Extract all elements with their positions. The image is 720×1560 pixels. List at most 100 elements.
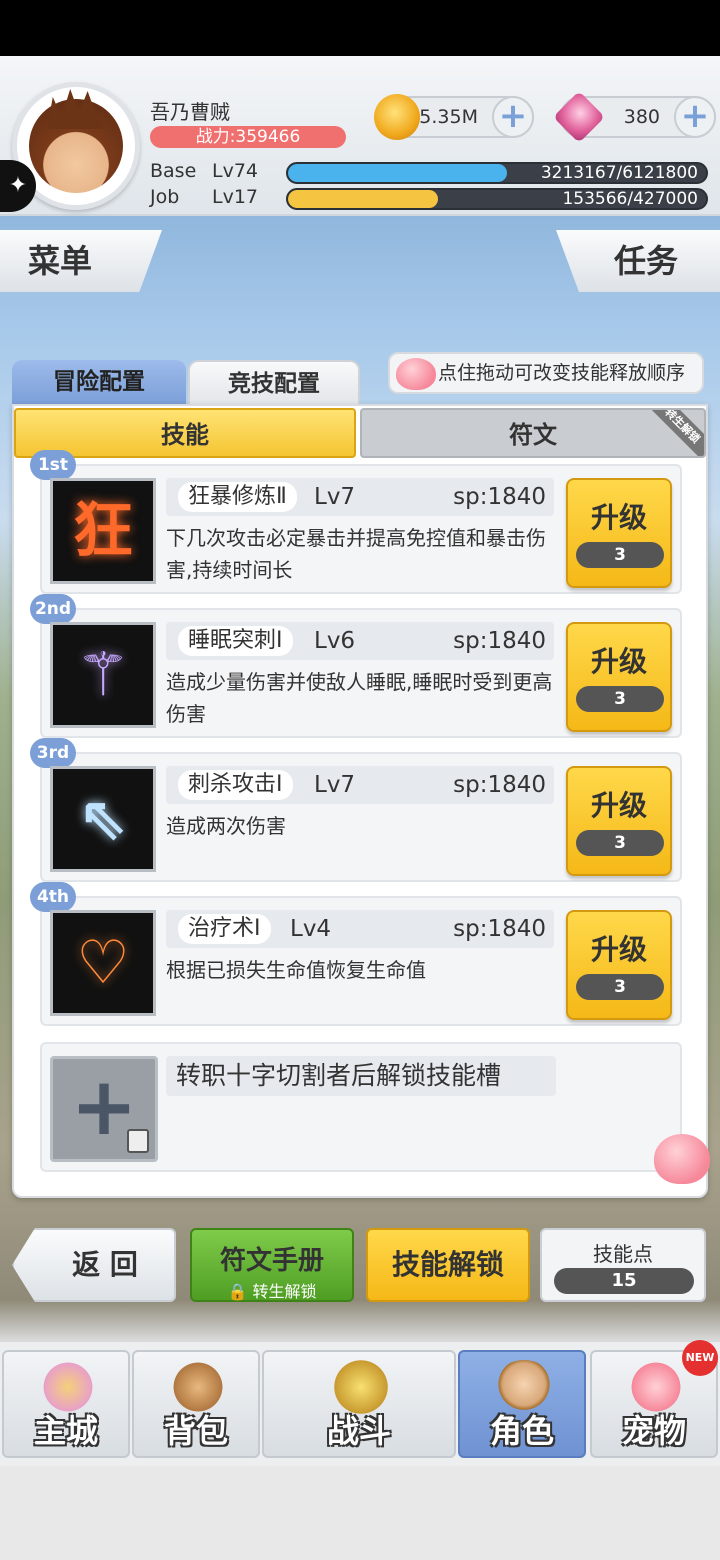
skill-unlock-button[interactable]: 技能解锁 (366, 1228, 530, 1302)
new-badge: NEW (682, 1340, 718, 1376)
base-label: Base (150, 160, 197, 182)
skill-description: 造成两次伤害 (166, 814, 286, 838)
upgrade-cost: 3 (576, 830, 664, 856)
skill-level: Lv4 (290, 916, 332, 942)
add-gem-button[interactable]: + (674, 96, 716, 138)
quest-button[interactable]: 任务 (556, 230, 720, 292)
rune-manual-sublabel: 🔒 转生解锁 (192, 1278, 352, 1302)
job-exp-fill (288, 190, 439, 208)
skill-name: 睡眠突刺Ⅰ (178, 626, 293, 656)
skill-name: 刺杀攻击Ⅰ (178, 770, 293, 800)
skill-header: 狂暴修炼Ⅱ Lv7 sp:1840 (166, 478, 554, 516)
locked-slot-text: 转职十字切割者后解锁技能槽 (176, 1061, 502, 1090)
skill-rank-badge: 2nd (30, 594, 76, 624)
upgrade-label: 升级 (590, 645, 647, 678)
skill-sp: sp:1840 (453, 484, 546, 510)
berserk-skill-icon: 狂 (50, 478, 156, 584)
nav-backpack[interactable]: 背包 (132, 1350, 260, 1458)
skill-card[interactable]: 1st 狂 狂暴修炼Ⅱ Lv7 sp:1840 下几次攻击必定暴击并提高免控值和… (30, 450, 682, 594)
nav-main-city[interactable]: 主城 (2, 1350, 130, 1458)
skill-points-value: 15 (554, 1268, 694, 1294)
status-bar (0, 0, 720, 56)
nav-pet[interactable]: 宠物 NEW (590, 1340, 718, 1458)
job-exp-text: 153566/427000 (562, 189, 698, 209)
system-nav-area (0, 1466, 720, 1560)
combat-power: 战力:359466 (150, 126, 346, 148)
add-gold-button[interactable]: + (492, 96, 534, 138)
lock-icon: 🔒 (227, 1282, 253, 1301)
skill-card[interactable]: 2nd ⚚ 睡眠突刺Ⅰ Lv6 sp:1840 造成少量伤害并使敌人睡眠,睡眠时… (30, 594, 682, 738)
skill-card[interactable]: 4th ♡ 治疗术Ⅰ Lv4 sp:1840 根据已损失生命值恢复生命值 升级 … (30, 882, 682, 1026)
upgrade-cost: 3 (576, 974, 664, 1000)
heal-skill-icon: ♡ (50, 910, 156, 1016)
nav-label: 角色 (489, 1412, 554, 1450)
assassinate-skill-icon: ⇖ (50, 766, 156, 872)
upgrade-label: 升级 (590, 933, 647, 966)
base-exp-fill (288, 164, 508, 182)
tab-adventure-config[interactable]: 冒险配置 (12, 360, 186, 404)
rune-manual-sub-text: 转生解锁 (252, 1282, 317, 1301)
upgrade-button[interactable]: 升级 3 (566, 910, 672, 1020)
player-name: 吾乃曹贼 (150, 100, 230, 124)
skill-header: 治疗术Ⅰ Lv4 sp:1840 (166, 910, 554, 948)
gold-coin-icon (374, 94, 420, 140)
rune-manual-label: 符文手册 (219, 1246, 324, 1276)
skill-header: 睡眠突刺Ⅰ Lv6 sp:1840 (166, 622, 554, 660)
gem-amount: 380 (623, 106, 660, 128)
gem-icon (552, 90, 606, 144)
skill-description: 造成少量伤害并使敌人睡眠,睡眠时受到更高伤害 (166, 670, 553, 726)
locked-slot-header: 转职十字切割者后解锁技能槽 (166, 1056, 556, 1096)
skill-rank-badge: 4th (30, 882, 76, 912)
skill-level: Lv7 (314, 772, 356, 798)
avatar[interactable] (29, 99, 123, 193)
skill-sp: sp:1840 (453, 772, 546, 798)
tab-arena-config[interactable]: 竞技配置 (188, 360, 360, 404)
nav-battle[interactable]: 战斗 (262, 1350, 456, 1458)
skill-level: Lv7 (314, 484, 356, 510)
upgrade-button[interactable]: 升级 3 (566, 622, 672, 732)
skill-description: 下几次攻击必定暴击并提高免控值和暴击伤害,持续时间长 (166, 526, 546, 582)
nav-label: 背包 (163, 1412, 228, 1450)
tab-runes-label: 符文 (509, 421, 557, 449)
skill-rank-badge: 1st (30, 450, 76, 480)
tab-runes[interactable]: 符文 转生解锁 (360, 408, 706, 458)
skill-sp: sp:1840 (453, 628, 546, 654)
nav-character[interactable]: 角色 (458, 1350, 586, 1458)
player-header: 吾乃曹贼 战力:359466 Base Lv74 3213167/6121800… (0, 56, 720, 216)
skill-header: 刺杀攻击Ⅰ Lv7 sp:1840 (166, 766, 554, 804)
upgrade-button[interactable]: 升级 3 (566, 766, 672, 876)
lock-icon (127, 1129, 149, 1153)
skill-level: Lv6 (314, 628, 356, 654)
base-exp-text: 3213167/6121800 (540, 163, 698, 183)
drag-hint-text: 点住拖动可改变技能释放顺序 (438, 362, 686, 384)
job-exp-bar: 153566/427000 (286, 188, 708, 210)
nav-label: 战斗 (326, 1412, 391, 1450)
skill-points-display: 技能点 15 (540, 1228, 706, 1302)
nav-label: 宠物 (621, 1412, 686, 1450)
gold-currency: 5.35M + (374, 94, 534, 140)
locked-skill-slot: + 转职十字切割者后解锁技能槽 (40, 1042, 682, 1172)
skill-card[interactable]: 3rd ⇖ 刺杀攻击Ⅰ Lv7 sp:1840 造成两次伤害 升级 3 (30, 738, 682, 882)
rune-manual-button[interactable]: 符文手册 🔒 转生解锁 (190, 1228, 354, 1302)
job-level: Lv17 (212, 186, 259, 208)
menu-button[interactable]: 菜单 (0, 230, 162, 292)
locked-slot-icon: + (50, 1056, 158, 1162)
upgrade-cost: 3 (576, 686, 664, 712)
upgrade-label: 升级 (590, 789, 647, 822)
upgrade-button[interactable]: 升级 3 (566, 478, 672, 588)
sleep-thrust-skill-icon: ⚚ (50, 622, 156, 728)
base-level: Lv74 (212, 160, 259, 182)
base-exp-bar: 3213167/6121800 (286, 162, 708, 184)
skill-points-label: 技能点 (593, 1242, 653, 1266)
job-label: Job (150, 186, 180, 208)
skill-name: 治疗术Ⅰ (178, 914, 271, 944)
skill-description: 根据已损失生命值恢复生命值 (166, 958, 426, 982)
game-screen: 吾乃曹贼 战力:359466 Base Lv74 3213167/6121800… (0, 0, 720, 1560)
upgrade-label: 升级 (590, 501, 647, 534)
poring-icon (396, 358, 436, 390)
back-button[interactable]: 返 回 (12, 1228, 176, 1302)
nav-label: 主城 (33, 1412, 98, 1450)
poring-helper-icon[interactable] (654, 1134, 710, 1184)
rebirth-unlock-badge: 转生解锁 (646, 410, 704, 456)
skill-sp: sp:1840 (453, 916, 546, 942)
